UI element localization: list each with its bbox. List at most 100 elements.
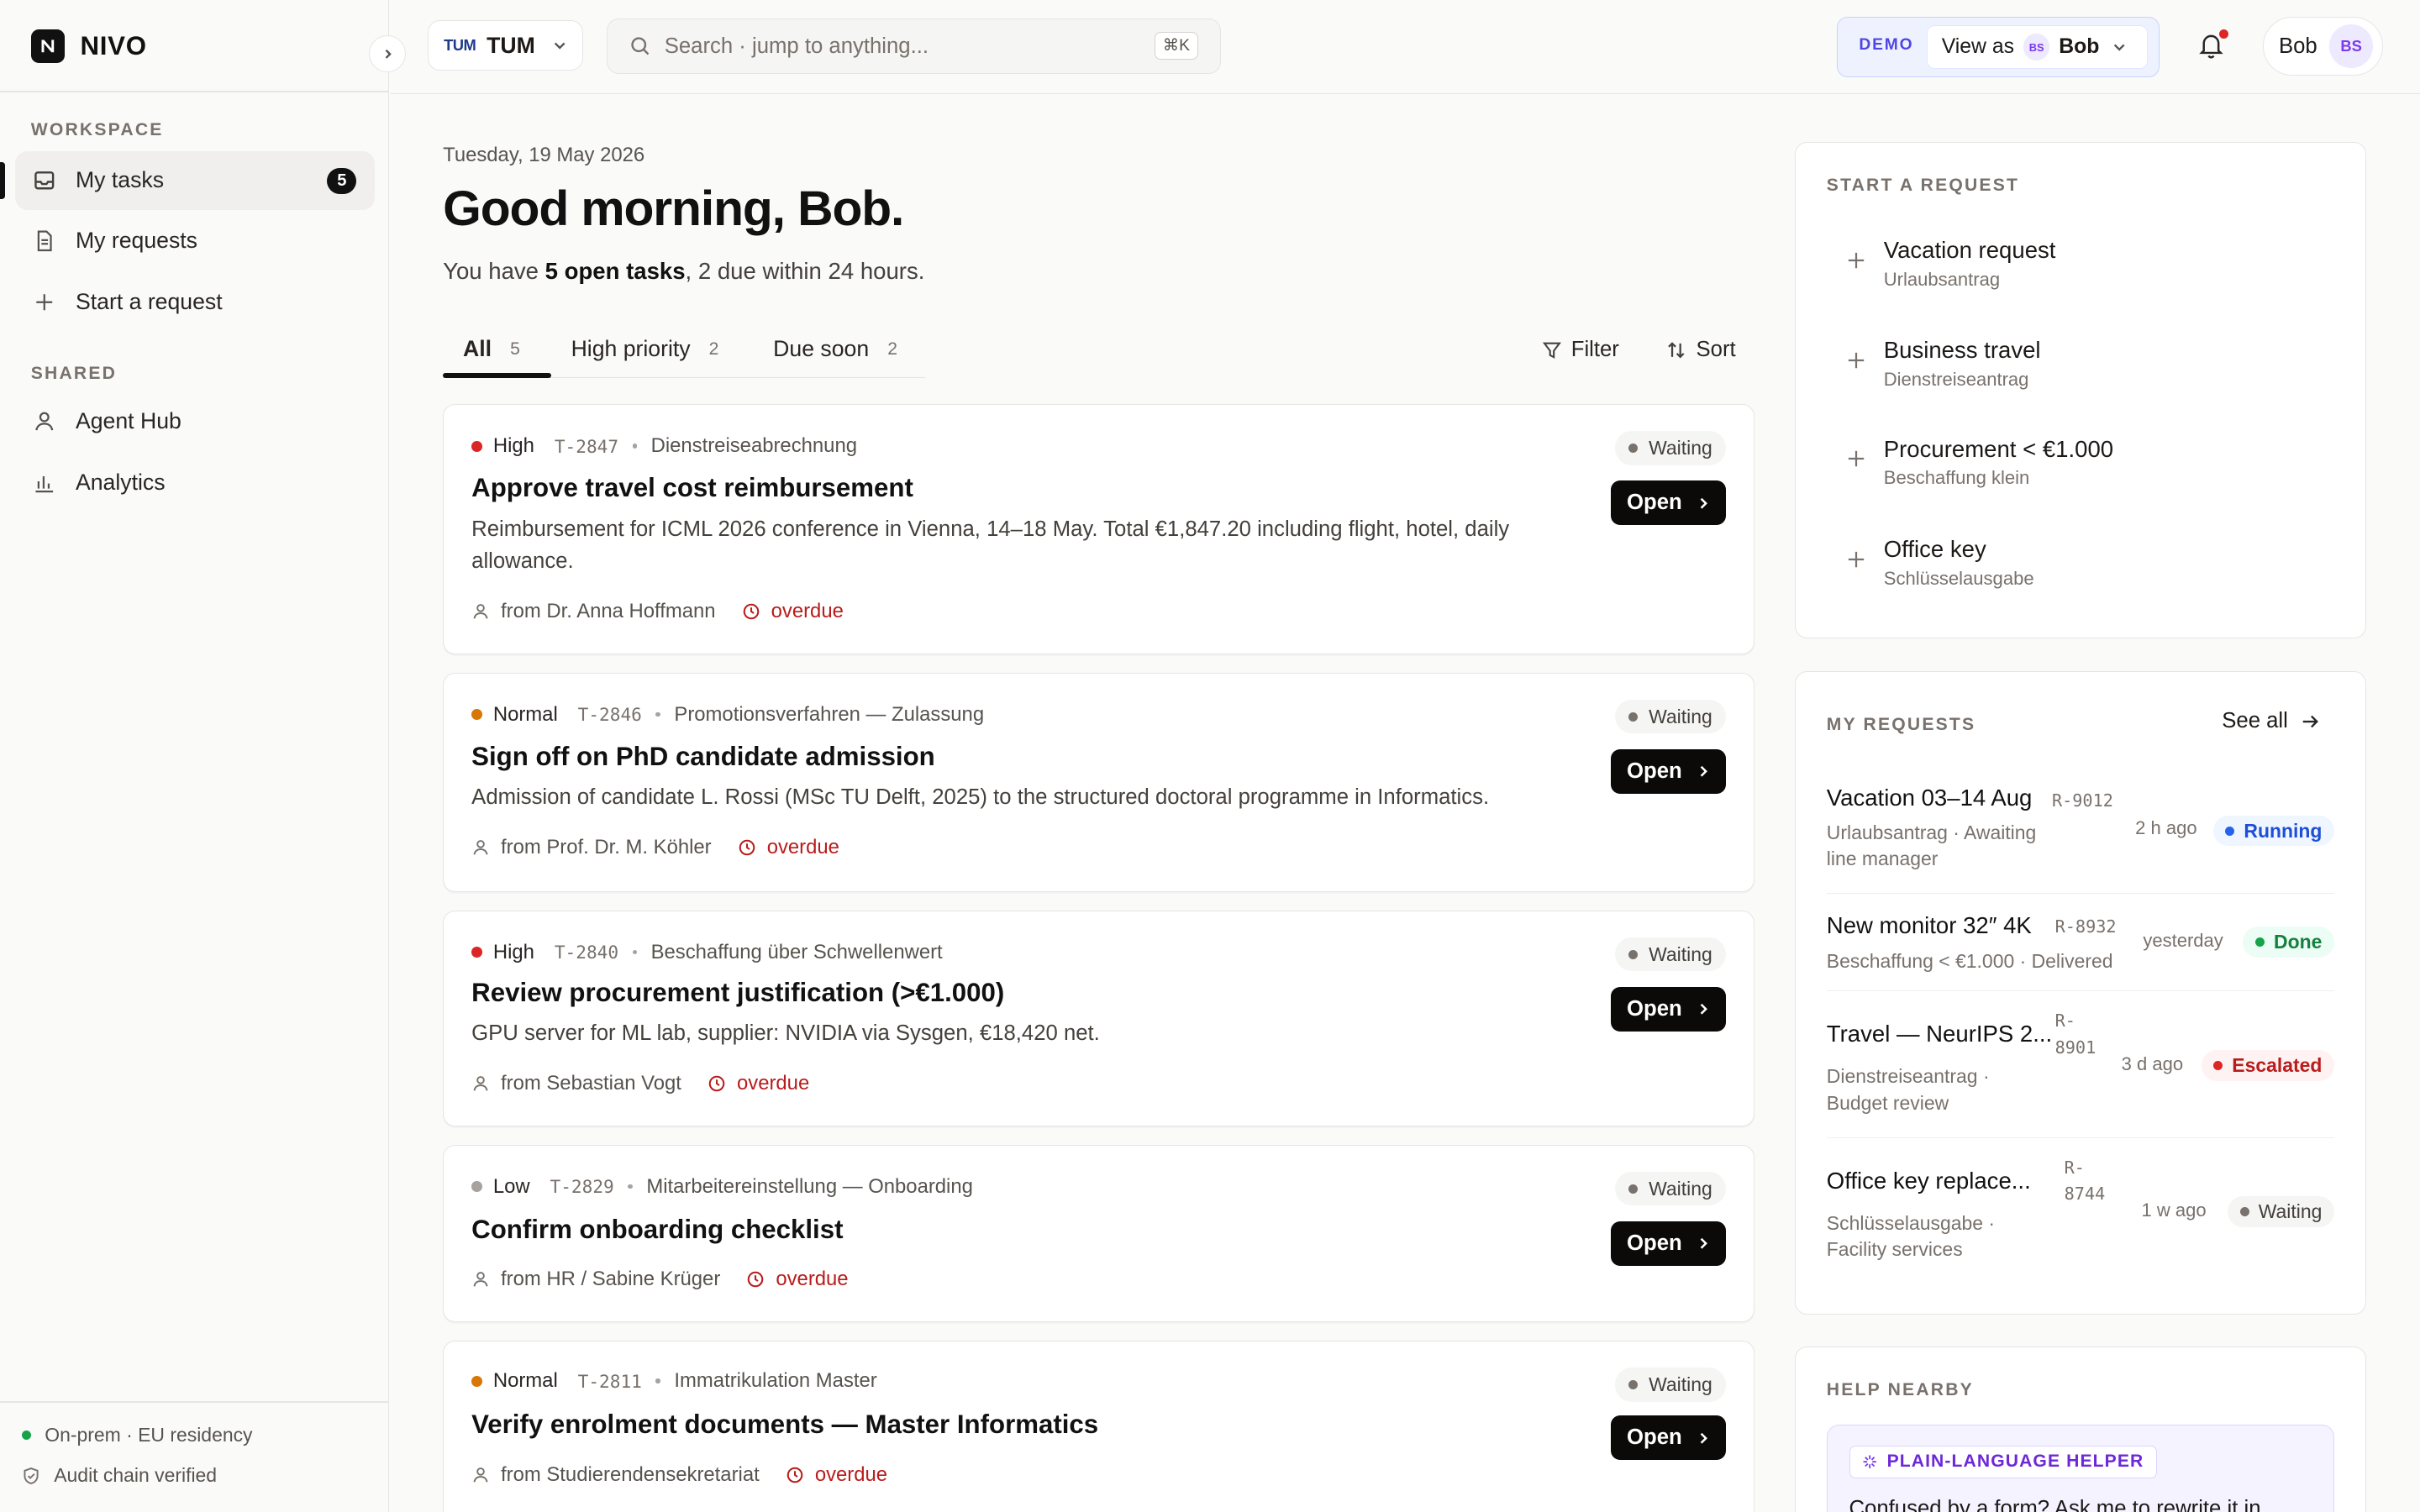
brand[interactable]: NIVO bbox=[30, 29, 147, 64]
top-bar: TUM TUM Search · jump to anything... ⌘K … bbox=[390, 0, 2420, 95]
panel-title: MY REQUESTS bbox=[1826, 715, 1976, 735]
task-title[interactable]: Confirm onboarding checklist bbox=[471, 1215, 843, 1245]
task-title[interactable]: Sign off on PhD candidate admission bbox=[471, 742, 935, 772]
task-id: T-2847 bbox=[554, 435, 619, 457]
request-row[interactable]: Office key replace... R- 8744 Schlüsselau… bbox=[1827, 1138, 2335, 1284]
document-icon bbox=[33, 229, 56, 253]
open-task-button[interactable]: Open bbox=[1610, 480, 1727, 526]
plain-language-helper[interactable]: PLAIN-LANGUAGE HELPER Confused by a form… bbox=[1826, 1425, 2335, 1512]
status-dot bbox=[2213, 1060, 2223, 1070]
plus-icon bbox=[1847, 351, 1865, 391]
tab-high-priority[interactable]: High priority 2 bbox=[571, 336, 719, 362]
open-task-button[interactable]: Open bbox=[1610, 986, 1727, 1032]
view-as-selector[interactable]: View as BS Bob bbox=[1927, 25, 2148, 69]
request-id-part: 8744 bbox=[2064, 1184, 2106, 1205]
notification-dot bbox=[2219, 29, 2229, 39]
task-meta: Normal T-2811 Immatrikulation Master bbox=[471, 1369, 877, 1393]
status-dot bbox=[1628, 1379, 1639, 1389]
due-status: overdue bbox=[738, 836, 839, 859]
task-tabs: All 5 High priority 2 Due soon 2 bbox=[443, 327, 926, 378]
task-card[interactable]: Normal T-2846 Promotionsverfahren — Zula… bbox=[443, 672, 1755, 892]
avatar: BS bbox=[2329, 24, 2373, 68]
request-subtitle: Dienstreiseantrag · bbox=[1826, 1065, 1990, 1088]
task-title[interactable]: Verify enrolment documents — Master Info… bbox=[471, 1410, 1098, 1440]
task-id: T-2811 bbox=[577, 1370, 642, 1392]
status-badge: Waiting bbox=[1614, 1172, 1727, 1206]
see-all-link[interactable]: See all bbox=[2222, 709, 2318, 733]
status-label: Escalated bbox=[2232, 1053, 2323, 1076]
sidebar-item-start-request[interactable]: Start a request bbox=[15, 273, 375, 332]
sidebar-item-agent-hub[interactable]: Agent Hub bbox=[15, 392, 375, 451]
task-from: from Dr. Anna Hoffmann bbox=[501, 599, 716, 622]
task-card[interactable]: High T-2847 Dienstreiseabrechnung Approv… bbox=[443, 404, 1755, 654]
priority-dot bbox=[471, 1375, 483, 1387]
task-footer: from HR / Sabine Krüger overdue bbox=[471, 1267, 849, 1291]
search-input[interactable]: Search · jump to anything... ⌘K bbox=[606, 18, 1221, 75]
plus-icon bbox=[1847, 550, 1865, 590]
start-request-office-key[interactable]: Office key Schlüsselausgabe bbox=[1847, 536, 2034, 590]
start-request-business-travel[interactable]: Business travel Dienstreiseantrag bbox=[1847, 337, 2041, 391]
sidebar-item-my-requests[interactable]: My requests bbox=[15, 212, 375, 270]
start-request-vacation[interactable]: Vacation request Urlaubsantrag bbox=[1847, 237, 2055, 291]
request-row[interactable]: New monitor 32″ 4K R-8932 Beschaffung < … bbox=[1826, 894, 2335, 992]
filter-label: Filter bbox=[1570, 338, 1619, 362]
task-from: from HR / Sabine Krüger bbox=[501, 1267, 721, 1290]
sidebar-item-my-tasks[interactable]: My tasks 5 bbox=[0, 150, 376, 210]
request-row[interactable]: Travel — NeurIPS 2... R- 8901 Dienstreise… bbox=[1826, 991, 2335, 1138]
panel-title: HELP NEARBY bbox=[1826, 1380, 1974, 1399]
tenant-switcher[interactable]: TUM TUM bbox=[427, 19, 584, 71]
task-card[interactable]: Low T-2829 Mitarbeitereinstellung — Onbo… bbox=[443, 1144, 1755, 1323]
sidebar-item-label: My tasks bbox=[75, 167, 165, 193]
request-subtitle-2: Budget review bbox=[1826, 1091, 1949, 1114]
task-category: Mitarbeitereinstellung — Onboarding bbox=[646, 1174, 973, 1198]
tenant-name: TUM bbox=[487, 32, 535, 58]
sidebar-item-label: Agent Hub bbox=[75, 407, 182, 433]
due-status: overdue bbox=[742, 600, 844, 623]
collapse-sidebar-button[interactable] bbox=[368, 35, 407, 73]
sidebar-divider bbox=[0, 91, 389, 93]
user-name: Bob bbox=[2278, 34, 2317, 58]
tab-due-soon[interactable]: Due soon 2 bbox=[773, 336, 897, 362]
sort-icon bbox=[1665, 339, 1687, 361]
tab-label: Due soon bbox=[773, 336, 870, 362]
see-all-label: See all bbox=[2222, 709, 2288, 733]
task-footer: from Sebastian Vogt overdue bbox=[471, 1072, 809, 1095]
task-card[interactable]: Normal T-2811 Immatrikulation Master Ver… bbox=[443, 1341, 1755, 1512]
user-menu[interactable]: Bob BS bbox=[2262, 17, 2383, 76]
clock-icon bbox=[786, 1466, 804, 1484]
sort-button[interactable]: Sort bbox=[1665, 338, 1736, 362]
filter-button[interactable]: Filter bbox=[1542, 338, 1619, 362]
open-task-button[interactable]: Open bbox=[1610, 1221, 1727, 1267]
chevron-right-icon bbox=[1697, 764, 1710, 779]
tab-count: 2 bbox=[708, 339, 719, 359]
start-request-procurement[interactable]: Procurement < €1.000 Beschaffung klein bbox=[1847, 436, 2113, 490]
my-requests-panel: MY REQUESTS See all Vacation 03–14 Aug R… bbox=[1795, 670, 2366, 1315]
task-card[interactable]: High T-2840 Beschaffung über Schwellenwe… bbox=[443, 910, 1755, 1126]
open-task-button[interactable]: Open bbox=[1610, 1415, 1727, 1461]
tab-all[interactable]: All 5 bbox=[463, 336, 520, 362]
status-label: Waiting bbox=[1649, 705, 1712, 727]
separator-dot bbox=[632, 444, 638, 449]
user-icon bbox=[471, 838, 490, 857]
residency-text: On-prem · EU residency bbox=[45, 1424, 253, 1446]
task-from: from Sebastian Vogt bbox=[501, 1071, 681, 1095]
due-status: overdue bbox=[786, 1463, 887, 1487]
request-subtitle: Urlaubsantrag · Awaiting bbox=[1826, 822, 2037, 844]
task-category: Beschaffung über Schwellenwert bbox=[650, 940, 943, 963]
task-title[interactable]: Review procurement justification (>€1.00… bbox=[471, 978, 1004, 1008]
sidebar-item-analytics[interactable]: Analytics bbox=[15, 454, 375, 512]
sidebar-item-label: Analytics bbox=[75, 470, 166, 496]
chevron-right-icon bbox=[1697, 496, 1710, 511]
request-row[interactable]: Vacation 03–14 Aug R-9012 Urlaubsantrag … bbox=[1826, 768, 2335, 895]
status-label: Waiting bbox=[1649, 942, 1712, 965]
task-id: T-2829 bbox=[550, 1176, 614, 1198]
task-title[interactable]: Approve travel cost reimbursement bbox=[471, 473, 913, 503]
open-task-button[interactable]: Open bbox=[1610, 748, 1727, 795]
request-time: 2 h ago bbox=[2135, 816, 2197, 838]
view-as-avatar: BS bbox=[2023, 34, 2050, 60]
plus-icon bbox=[1847, 449, 1865, 489]
sidebar-item-label: My requests bbox=[75, 228, 197, 254]
request-type-subtitle: Dienstreiseantrag bbox=[1883, 368, 2029, 390]
user-icon bbox=[471, 1074, 490, 1093]
request-time: 1 w ago bbox=[2141, 1200, 2207, 1221]
